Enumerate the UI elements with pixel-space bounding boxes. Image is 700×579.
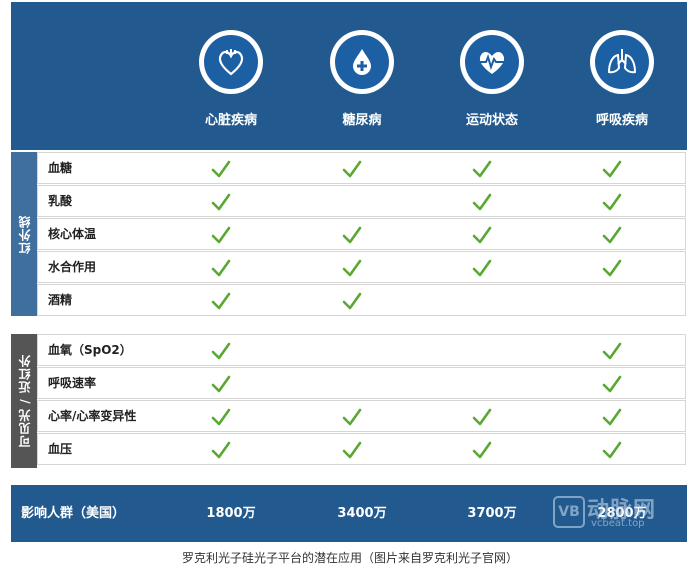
table-row: 血压 xyxy=(37,433,686,465)
lungs-icon xyxy=(590,30,654,94)
checkmark-icon xyxy=(211,408,231,426)
checkmark-icon xyxy=(211,441,231,459)
checkmark-icon xyxy=(211,292,231,310)
footer-label: 影响人群（美国） xyxy=(21,506,126,521)
checkmark-icon xyxy=(211,342,231,360)
column-label: 运动状态 xyxy=(465,113,518,128)
table-row: 酒精 xyxy=(37,284,686,316)
checkmark-icon xyxy=(472,441,492,459)
table-header: 心脏疾病 糖尿病 运动状态 呼吸疾病 xyxy=(11,2,687,150)
column-exercise-status: 运动状态 xyxy=(432,2,552,150)
checkmark-icon xyxy=(211,375,231,393)
checkmark-icon xyxy=(602,193,622,211)
checkmark-icon xyxy=(211,226,231,244)
row-label: 血糖 xyxy=(48,161,73,175)
figure-caption: 罗克利光子硅光子平台的潜在应用（图片来自罗克利光子官网） xyxy=(181,551,518,565)
group-label-visible-nir: 可见光 / 近红外 xyxy=(11,334,37,468)
checkmark-icon xyxy=(602,408,622,426)
watermark-logo: VB 动脉网 vcbeat.top xyxy=(553,492,683,532)
row-label: 血压 xyxy=(48,442,73,456)
table-row: 心率/心率变异性 xyxy=(37,400,686,432)
table-row: 乳酸 xyxy=(37,185,686,217)
checkmark-icon xyxy=(342,160,362,178)
checkmark-icon xyxy=(211,160,231,178)
table-row: 血氧（SpO2） xyxy=(37,334,686,366)
checkmark-icon xyxy=(472,226,492,244)
row-label: 乳酸 xyxy=(48,194,73,208)
checkmark-icon xyxy=(211,193,231,211)
table-row: 呼吸速率 xyxy=(37,367,686,399)
checkmark-icon xyxy=(602,375,622,393)
checkmark-icon xyxy=(602,160,622,178)
row-label: 心率/心率变异性 xyxy=(48,409,137,423)
checkmark-icon xyxy=(472,193,492,211)
checkmark-icon xyxy=(472,408,492,426)
checkmark-icon xyxy=(602,342,622,360)
table-row: 血糖 xyxy=(37,152,686,184)
column-diabetes: 糖尿病 xyxy=(302,2,422,150)
heartbeat-pulse-icon xyxy=(460,30,524,94)
row-label: 核心体温 xyxy=(48,227,97,241)
row-label: 血氧（SpO2） xyxy=(48,343,132,357)
column-label: 呼吸疾病 xyxy=(595,113,648,128)
table-row: 水合作用 xyxy=(37,251,686,283)
checkmark-icon xyxy=(342,226,362,244)
heart-icon xyxy=(199,30,263,94)
column-respiratory-disease: 呼吸疾病 xyxy=(562,2,682,150)
column-label: 心脏疾病 xyxy=(204,113,257,128)
checkmark-icon xyxy=(602,259,622,277)
footer-value: 3400万 xyxy=(337,506,387,521)
row-label: 呼吸速率 xyxy=(48,376,97,390)
checkmark-icon xyxy=(472,160,492,178)
checkmark-icon xyxy=(342,408,362,426)
group-label-infrared: 红外线 xyxy=(11,152,37,316)
column-label: 糖尿病 xyxy=(342,113,382,128)
checkmark-icon xyxy=(342,441,362,459)
footer-value: 3700万 xyxy=(467,506,517,521)
checkmark-icon xyxy=(472,259,492,277)
row-label: 酒精 xyxy=(48,293,73,307)
checkmark-icon xyxy=(342,259,362,277)
column-heart-disease: 心脏疾病 xyxy=(171,2,291,150)
checkmark-icon xyxy=(211,259,231,277)
footer-value: 1800万 xyxy=(206,506,256,521)
checkmark-icon xyxy=(342,292,362,310)
blood-drop-plus-icon xyxy=(330,30,394,94)
checkmark-icon xyxy=(602,441,622,459)
table-row: 核心体温 xyxy=(37,218,686,250)
row-label: 水合作用 xyxy=(48,260,97,274)
checkmark-icon xyxy=(602,226,622,244)
